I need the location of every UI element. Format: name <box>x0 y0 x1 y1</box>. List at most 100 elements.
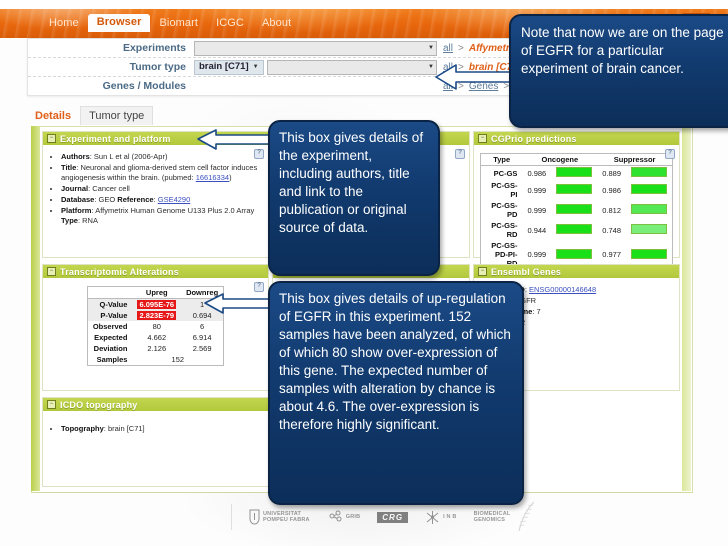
cell-upreg: 2.126 <box>147 344 167 353</box>
collapse-toggle-icon[interactable]: − <box>478 134 487 143</box>
table-row: Deviation 2.126 2.569 <box>87 343 223 354</box>
breadcrumb-link-all[interactable]: all <box>443 43 453 54</box>
panel-header: − Transcriptomic Alterations <box>43 265 268 278</box>
row-label: Deviation <box>93 344 128 353</box>
column-header-blank <box>87 286 133 299</box>
callout-alterations-text: This box gives details of up-regulation … <box>279 291 511 432</box>
nav-item-browser[interactable]: Browser <box>87 14 151 32</box>
experiments-select[interactable]: ▼ <box>194 40 437 56</box>
callout-alterations: This box gives details of up-regulation … <box>268 281 524 505</box>
field-value: Sun L et al (2006-Apr) <box>93 152 168 161</box>
table-row-samples: Samples 152 <box>87 354 223 366</box>
field-key-2: Reference <box>117 195 154 204</box>
field-value: brain [C71] <box>107 424 145 433</box>
nav-item-about[interactable]: About <box>253 15 300 31</box>
table-row: PC-GS 0.986 0.889 <box>481 166 673 181</box>
panel-header: − CGPrio predictions <box>474 132 679 145</box>
panel-header: − Ensembl Genes <box>474 265 679 278</box>
tumor-type-chip[interactable]: brain [C71] ▼ <box>194 59 264 75</box>
icdo-detail-list: Topography: brain [C71] <box>61 424 262 434</box>
help-icon[interactable]: ? <box>455 149 465 159</box>
crg-logo: CRG <box>377 511 409 523</box>
column-header-suppressor: Suppressor <box>597 153 673 166</box>
pubmed-link[interactable]: 16616334 <box>196 173 229 182</box>
grib-logo: GRIB <box>327 510 361 525</box>
nav-item-home[interactable]: Home <box>40 15 88 31</box>
content-right-accent <box>682 126 691 491</box>
breadcrumb-separator: > <box>458 42 464 54</box>
chevron-down-icon: ▼ <box>428 45 434 51</box>
panel-transcriptomic-alterations: − Transcriptomic Alterations ? Upreg Dow… <box>42 264 269 391</box>
row-label: Observed <box>92 322 128 331</box>
cell-downreg: 2.569 <box>192 344 212 353</box>
filter-label-genes-modules: Genes / Modules <box>102 80 186 92</box>
header-top-fade <box>0 0 728 9</box>
cell-suppressor: 0.748 <box>602 225 621 235</box>
collapse-toggle-icon[interactable]: − <box>47 134 56 143</box>
biomedical-genomics-logo: BIOMEDICAL GENOMICS <box>474 500 540 534</box>
callout-top-right-text: Note that now we are on the page of EGFR… <box>521 25 724 76</box>
cell-upreg: 6.095E-76 <box>137 300 177 309</box>
arrow-to-alterations-table <box>203 290 273 316</box>
geo-reference-link[interactable]: GSE4290 <box>158 195 191 204</box>
cell-type: PC-GS-RD <box>491 221 518 239</box>
cell-oncogene: 0.944 <box>527 225 547 235</box>
list-item: Topography: brain [C71] <box>61 424 262 434</box>
field-key: Authors <box>61 152 90 161</box>
cell-upreg: 4.662 <box>147 333 167 342</box>
cell-type: PC-GS-PD <box>491 201 518 219</box>
arrow-to-breadcrumb <box>434 60 514 94</box>
footer-separator <box>231 504 232 530</box>
field-value: 7 <box>536 307 541 316</box>
field-suffix: ) <box>229 173 232 182</box>
list-item: Platform: Affymetrix Human Genome U133 P… <box>61 206 262 226</box>
collapse-toggle-icon[interactable]: − <box>47 400 56 409</box>
collapse-toggle-icon[interactable]: − <box>47 267 56 276</box>
help-icon[interactable]: ? <box>665 149 675 159</box>
row-label: Q-Value <box>99 300 128 309</box>
tab-details[interactable]: Details <box>27 107 79 125</box>
upf-logo-text: UNIVERSITAT POMPEU FABRA <box>263 511 310 523</box>
filter-label-experiments: Experiments <box>122 42 186 54</box>
table-row: Expected 4.662 6.914 <box>87 332 223 343</box>
content-tabs[interactable]: Details Tumor type <box>27 106 154 125</box>
nav-item-icgc[interactable]: ICGC <box>207 15 253 31</box>
row-label: P-Value <box>100 311 128 320</box>
cell-type: PC-GS <box>493 168 518 178</box>
main-navigation[interactable]: Home Browser Biomart ICGC About <box>40 13 300 33</box>
column-header-upreg: Upreg <box>132 286 182 299</box>
inb-star-icon <box>425 510 440 525</box>
tumor-type-select[interactable]: ▼ <box>266 59 437 75</box>
fern-leaf-icon <box>513 500 539 534</box>
list-item: Journal: Cancer cell <box>61 184 262 194</box>
list-item: Database: GEO Reference: GSE4290 <box>61 195 262 205</box>
grib-molecule-icon <box>327 510 343 525</box>
panel-header: − ICDO topography <box>43 398 268 411</box>
field-key-2: Type <box>61 216 78 225</box>
list-item: Title: Neuronal and glioma-derived stem … <box>61 163 262 183</box>
cell-downreg: 6.914 <box>192 333 212 342</box>
tumor-type-chip-label: brain [C71] <box>199 61 249 72</box>
table-row: PC-GS-PD 0.999 0.812 <box>481 200 673 220</box>
nav-item-biomart[interactable]: Biomart <box>150 15 207 31</box>
cell-downreg: 6 <box>200 322 205 331</box>
ensembl-id-link[interactable]: ENSG00000146648 <box>529 285 596 294</box>
panel-title: CGPrio predictions <box>491 133 577 144</box>
upf-shield-icon <box>249 509 260 525</box>
tab-tumor-type[interactable]: Tumor type <box>80 106 154 125</box>
oncogene-bar <box>556 184 593 194</box>
cgprio-table: Type Oncogene Suppressor PC-GS 0.986 0.8… <box>480 153 673 270</box>
column-header-oncogene: Oncogene <box>522 153 598 166</box>
row-label: Expected <box>94 333 128 342</box>
content-left-accent <box>31 126 40 491</box>
panel-cgprio-predictions: − CGPrio predictions ? Type Oncogene Sup… <box>473 131 680 270</box>
suppressor-bar <box>631 248 667 259</box>
footer-logo-row: UNIVERSITAT POMPEU FABRA GRIB CRG I N B <box>231 500 539 534</box>
field-key: Database <box>61 195 95 204</box>
collapse-toggle-icon[interactable]: − <box>478 267 487 276</box>
grib-logo-text: GRIB <box>345 514 361 520</box>
cell-upreg: 2.823E-79 <box>137 311 177 320</box>
callout-experiment-text: This box gives details of the experiment… <box>279 130 424 235</box>
row-label-samples: Samples <box>96 355 128 364</box>
field-key: Title <box>61 163 77 172</box>
